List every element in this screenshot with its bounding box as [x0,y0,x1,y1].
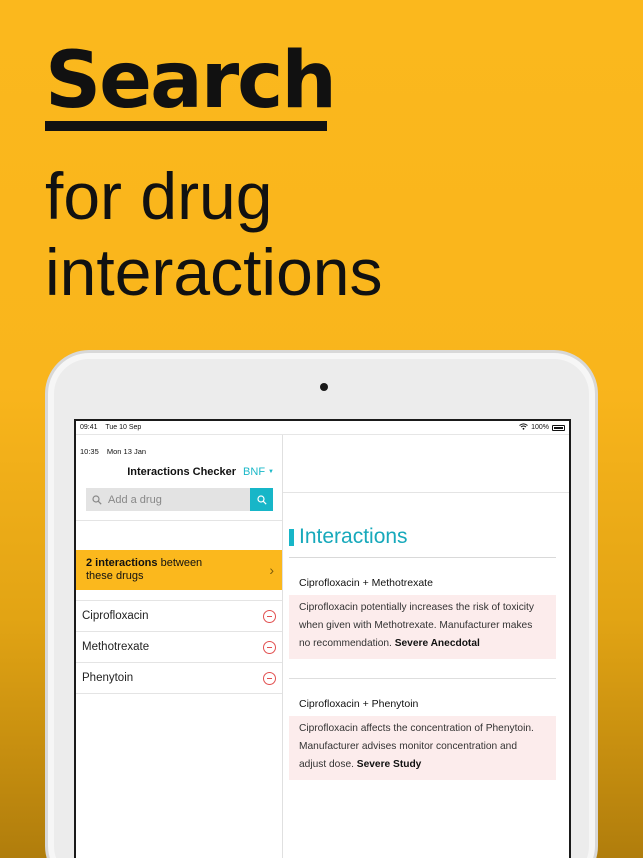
search-icon [92,494,102,505]
interaction-item[interactable]: Ciprofloxacin + Phenytoin Ciprofloxacin … [289,698,556,780]
headline: Search [45,36,337,126]
source-selector[interactable]: BNF ▼ [243,466,274,478]
interaction-pair: Ciprofloxacin + Phenytoin [299,698,419,710]
inner-date: Mon 13 Jan [106,447,147,456]
section-title: Interactions [299,525,408,548]
camera-dot [320,383,328,391]
tablet-screen: 09:41 Tue 10 Sep 100% 10:35 Mon 13 Jan I… [74,419,571,858]
list-item: Methotrexate [76,632,282,663]
remove-icon[interactable] [263,640,276,654]
interactions-summary-button[interactable]: 2 interactions between these drugs › [76,550,282,590]
interaction-rating: Severe Anecdotal [394,638,480,649]
interaction-count: 2 interactions [86,557,158,569]
page-title: Interactions Checker [127,466,237,478]
search-icon [256,494,267,505]
search-bar: Add a drug [86,488,273,511]
drug-list-pane: 10:35 Mon 13 Jan Interactions Checker BN… [76,435,283,858]
chevron-right-icon: › [269,562,274,578]
subheadline: for drug interactions [45,159,383,309]
divider [76,520,282,521]
status-bar: 09:41 Tue 10 Sep 100% [76,421,569,435]
interaction-description: Ciprofloxacin potentially increases the … [289,595,556,659]
source-label: BNF [243,466,266,478]
inner-time: 10:35 [80,447,99,456]
drug-list: Ciprofloxacin Methotrexate Phenytoin [76,600,282,694]
search-input[interactable]: Add a drug [86,488,250,511]
status-date: Tue 10 Sep [105,424,142,431]
search-button[interactable] [250,488,273,511]
list-item: Phenytoin [76,663,282,694]
interaction-rating: Severe Study [356,759,422,770]
drug-name: Methotrexate [82,641,150,653]
search-placeholder: Add a drug [108,493,162,506]
interactions-summary-text: 2 interactions between these drugs [86,557,226,583]
wifi-icon [519,423,528,432]
battery-percent: 100% [531,424,549,431]
battery-icon [552,424,565,431]
interaction-description: Ciprofloxacin affects the concentration … [289,716,556,780]
drug-name: Phenytoin [82,672,134,684]
interaction-detail-pane: Interactions Ciprofloxacin + Methotrexat… [283,435,569,858]
section-header: Interactions [289,525,556,558]
interaction-pair: Ciprofloxacin + Methotrexate [299,577,433,589]
tablet-frame: 09:41 Tue 10 Sep 100% 10:35 Mon 13 Jan I… [45,350,598,858]
detail-header [283,435,569,493]
divider [289,678,556,679]
list-item: Ciprofloxacin [76,601,282,632]
nav-bar: Interactions Checker BNF ▼ [76,456,282,478]
remove-icon[interactable] [263,609,276,623]
inner-status-bar: 10:35 Mon 13 Jan [76,435,282,456]
caret-down-icon: ▼ [268,469,274,476]
drug-name: Ciprofloxacin [82,610,149,622]
accent-bar [289,528,294,546]
headline-underline [45,121,327,131]
interaction-item[interactable]: Ciprofloxacin + Methotrexate Ciprofloxac… [289,577,556,659]
remove-icon[interactable] [263,671,276,685]
status-time: 09:41 [80,424,98,431]
